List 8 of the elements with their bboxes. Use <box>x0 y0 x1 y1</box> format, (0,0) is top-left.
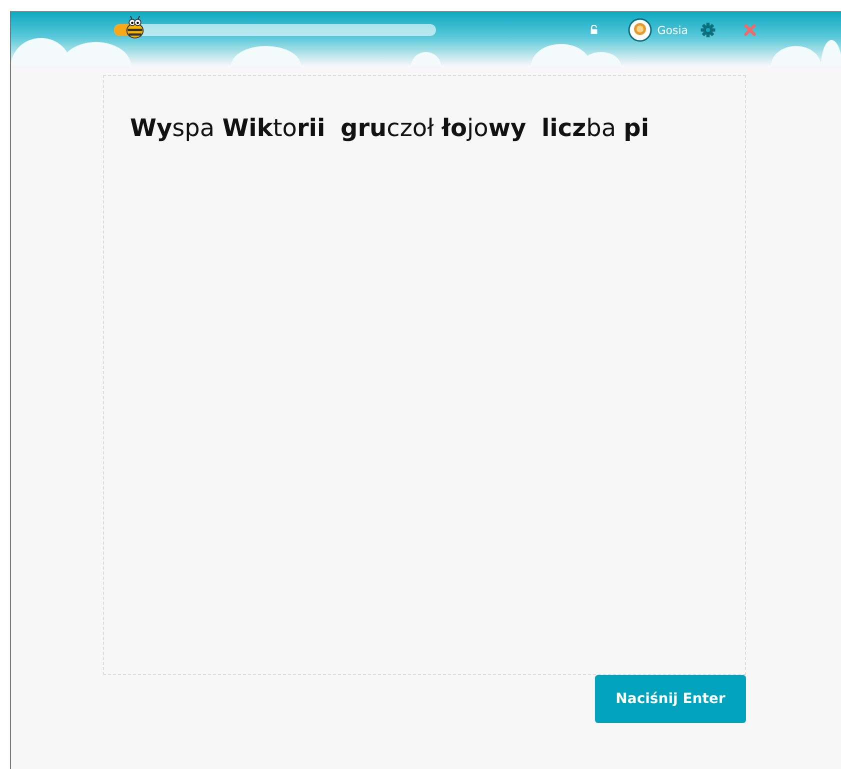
settings-icon[interactable] <box>700 22 716 38</box>
enter-button[interactable]: Naciśnij Enter <box>595 675 746 723</box>
exercise-text: Wyspa Wiktorii gruczoł łojowy liczba pi <box>130 114 650 142</box>
user-name: Gosia <box>657 24 688 36</box>
close-icon[interactable] <box>744 24 756 36</box>
avatar-icon[interactable] <box>628 18 652 42</box>
bee-icon <box>124 15 145 39</box>
unlocked-padlock-icon[interactable] <box>590 25 598 35</box>
